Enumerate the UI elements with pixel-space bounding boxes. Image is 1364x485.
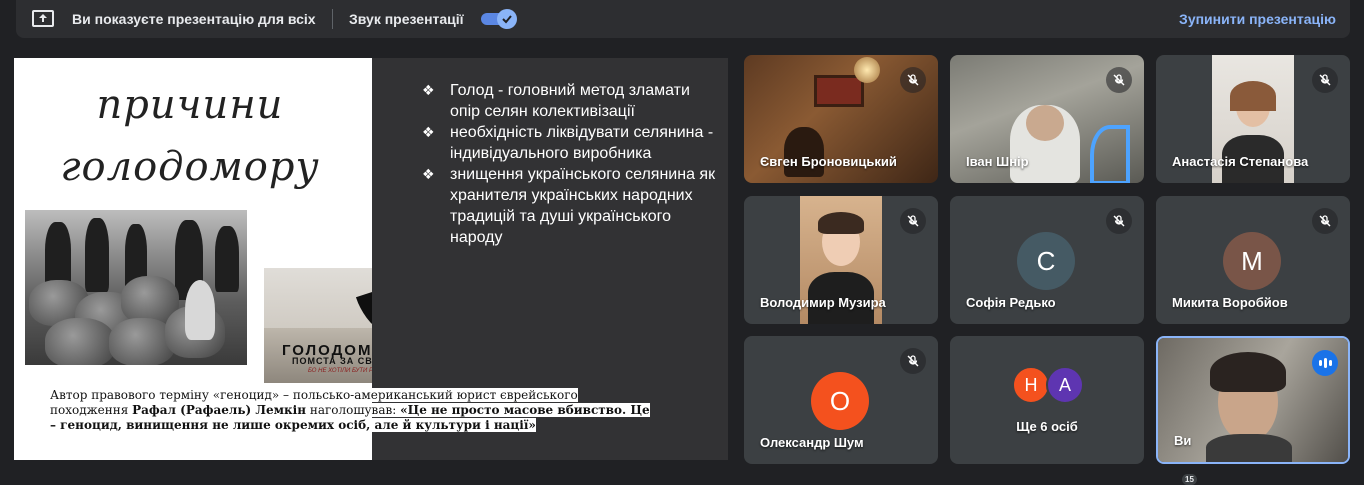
avatar: С xyxy=(1017,232,1075,290)
presentation-slide: причини голодомору ГОЛОДОМОР ПОМСТА ЗА С… xyxy=(14,58,728,460)
participant-name: Іван Шнір xyxy=(966,154,1029,169)
participant-tile[interactable]: Анастасія Степанова xyxy=(1156,55,1350,183)
banner-divider xyxy=(332,9,333,29)
participant-count-badge: 15 xyxy=(1182,474,1197,485)
participant-tile[interactable]: М Микита Воробйов xyxy=(1156,196,1350,324)
slide-caption: Автор правового терміну «геноцид» – поль… xyxy=(50,388,650,432)
slide-title: причини голодомору xyxy=(50,74,330,198)
participant-name: Софія Редько xyxy=(966,295,1056,310)
participant-name: Микита Воробйов xyxy=(1172,295,1288,310)
mic-off-icon xyxy=(1106,67,1132,93)
slide-title-line2: голодомору xyxy=(60,144,320,190)
diamond-bullet-icon: ❖ xyxy=(422,82,435,98)
toggle-check-icon xyxy=(497,9,517,29)
mic-off-icon xyxy=(900,348,926,374)
participant-tile[interactable]: О Олександр Шум xyxy=(744,336,938,464)
others-count-label: Ще 6 осіб xyxy=(1016,419,1078,434)
mic-off-icon xyxy=(1106,208,1132,234)
present-screen-icon xyxy=(32,10,54,27)
bullet-item: ❖ Голод - головний метод зламати опір сел… xyxy=(422,82,690,120)
mic-off-icon xyxy=(1312,208,1338,234)
avatar: Н xyxy=(1012,366,1050,404)
participant-tile[interactable]: Володимир Музира xyxy=(744,196,938,324)
presentation-sound-label: Звук презентації xyxy=(349,11,464,27)
participant-tile[interactable]: С Софія Редько xyxy=(950,196,1144,324)
avatar: О xyxy=(811,372,869,430)
participant-name: Ви xyxy=(1174,433,1192,448)
mic-off-icon xyxy=(900,208,926,234)
diamond-bullet-icon: ❖ xyxy=(422,124,435,140)
participant-name: Анастасія Степанова xyxy=(1172,154,1309,169)
participant-tile[interactable]: Іван Шнір xyxy=(950,55,1144,183)
others-tile[interactable]: Н А Ще 6 осіб xyxy=(950,336,1144,464)
participant-name: Олександр Шум xyxy=(760,435,864,450)
presentation-sound-toggle[interactable] xyxy=(481,9,517,29)
mic-off-icon xyxy=(1312,67,1338,93)
avatar: А xyxy=(1046,366,1084,404)
speaking-indicator-icon xyxy=(1312,350,1338,376)
slide-title-line1: причини xyxy=(96,82,284,128)
presenting-status-text: Ви показуєте презентацію для всіх xyxy=(72,11,316,27)
presenting-banner: Ви показуєте презентацію для всіх Звук п… xyxy=(16,0,1350,38)
stop-presenting-button[interactable]: Зупинити презентацію xyxy=(1179,11,1336,27)
self-tile[interactable]: Ви xyxy=(1156,336,1350,464)
historical-photo xyxy=(25,210,247,365)
participant-name: Євген Броновицький xyxy=(760,154,897,169)
participant-name: Володимир Музира xyxy=(760,295,886,310)
mic-off-icon xyxy=(900,67,926,93)
avatar: М xyxy=(1223,232,1281,290)
bullet-item: ❖ знищення українського селянина як храни… xyxy=(422,166,716,246)
bullet-item: ❖ необхідність ліквідувати селянина - інд… xyxy=(422,124,714,162)
bullet-list: ❖ Голод - головний метод зламати опір сел… xyxy=(416,80,716,248)
diamond-bullet-icon: ❖ xyxy=(422,166,435,182)
participant-tile[interactable]: Євген Броновицький xyxy=(744,55,938,183)
